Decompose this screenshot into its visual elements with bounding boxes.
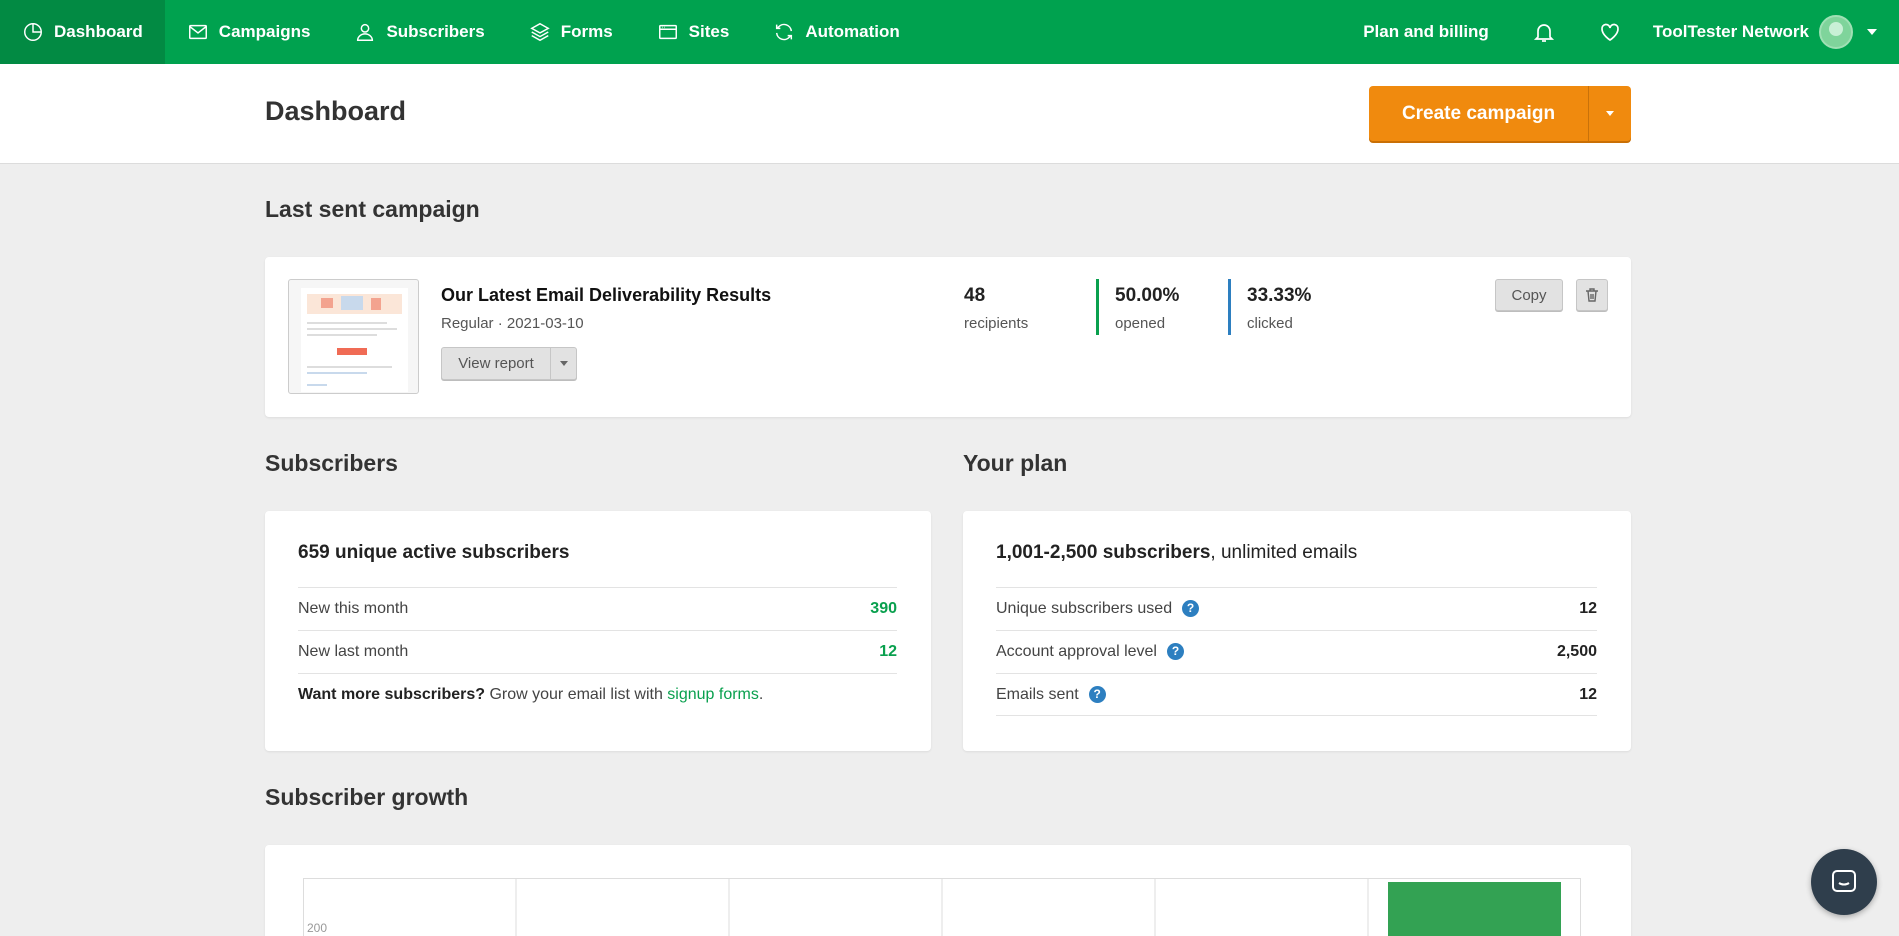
row-value: 390 xyxy=(870,600,897,617)
stat-clicked-label: clicked xyxy=(1247,315,1293,332)
view-report-dropdown[interactable] xyxy=(550,348,576,379)
row-label: New last month xyxy=(298,643,409,660)
account-menu[interactable]: ToolTester Network xyxy=(1643,0,1899,64)
note-bold: Want more subscribers? xyxy=(298,686,486,703)
table-row: New last month 12 xyxy=(298,630,897,673)
table-row: Account approval level? 2,500 xyxy=(996,630,1597,673)
chat-icon xyxy=(1832,870,1856,892)
signup-note: Want more subscribers? Grow your email l… xyxy=(298,673,897,704)
row-value: 12 xyxy=(1579,600,1597,617)
row-label: New this month xyxy=(298,600,409,617)
refresh-icon xyxy=(776,23,793,41)
page-title: Dashboard xyxy=(265,96,407,126)
y-tick-label: 200 xyxy=(307,921,327,935)
top-navigation: Dashboard Campaigns Subscribers Forms Si… xyxy=(0,0,1899,64)
stat-opened-label: opened xyxy=(1115,315,1166,332)
campaign-name[interactable]: Our Latest Email Deliverability Results xyxy=(441,285,771,306)
caret-down-icon xyxy=(1606,111,1614,116)
clicked-divider xyxy=(1228,279,1231,335)
create-campaign-dropdown[interactable] xyxy=(1589,86,1631,141)
chart-bar xyxy=(1388,882,1561,936)
email-preview-graphic xyxy=(301,288,408,392)
nav-subscribers[interactable]: Subscribers xyxy=(332,0,506,64)
plan-and-billing-link[interactable]: Plan and billing xyxy=(1341,0,1511,64)
browser-window-icon xyxy=(658,24,677,40)
chevron-down-icon xyxy=(1867,29,1877,35)
row-value: 2,500 xyxy=(1556,643,1597,660)
stat-recipients: 48 recipients xyxy=(964,285,1028,332)
copy-button[interactable]: Copy xyxy=(1495,279,1563,311)
plan-card: 1,001-2,500 subscribers, unlimited email… xyxy=(963,511,1631,751)
stat-clicked-value: 33.33% xyxy=(1247,285,1312,306)
help-icon[interactable]: ? xyxy=(1166,643,1184,661)
nav-forms-label: Forms xyxy=(560,22,613,41)
last-campaign-title: Last sent campaign xyxy=(265,196,480,222)
plan-heading: 1,001-2,500 subscribers, unlimited email… xyxy=(996,542,1357,564)
favorites-button[interactable] xyxy=(1577,0,1643,64)
chat-button[interactable] xyxy=(1811,849,1877,915)
nav-campaigns[interactable]: Campaigns xyxy=(165,0,333,64)
plan-rows: Unique subscribers used? 12 Account appr… xyxy=(996,587,1597,716)
nav-campaigns-label: Campaigns xyxy=(218,22,311,41)
layers-icon xyxy=(529,22,550,42)
table-row: New this month 390 xyxy=(298,587,897,630)
last-campaign-card: Our Latest Email Deliverability Results … xyxy=(265,257,1631,417)
plan-title: Your plan xyxy=(963,450,1068,476)
row-value: 12 xyxy=(1579,685,1597,703)
nav-dashboard[interactable]: Dashboard xyxy=(0,0,165,64)
notifications-button[interactable] xyxy=(1511,0,1577,64)
trash-icon xyxy=(1586,288,1598,302)
nav-sites[interactable]: Sites xyxy=(635,0,752,64)
subscribers-card: 659 unique active subscribers New this m… xyxy=(265,511,931,751)
delete-button[interactable] xyxy=(1576,279,1608,311)
campaign-thumbnail[interactable] xyxy=(288,279,419,394)
heart-icon xyxy=(1600,23,1619,42)
plan-heading-bold: 1,001-2,500 subscribers xyxy=(996,542,1211,563)
table-row: Emails sent? 12 xyxy=(996,673,1597,716)
row-label: Emails sent xyxy=(996,685,1079,703)
row-label: Unique subscribers used xyxy=(996,600,1173,617)
signup-forms-link[interactable]: signup forms xyxy=(667,686,759,703)
avatar xyxy=(1819,15,1853,49)
nav-automation[interactable]: Automation xyxy=(751,0,921,64)
note-end: . xyxy=(758,686,764,703)
nav-forms[interactable]: Forms xyxy=(507,0,635,64)
note-text: Grow your email list with xyxy=(485,686,668,703)
envelope-icon xyxy=(188,24,207,40)
help-icon[interactable]: ? xyxy=(1182,600,1200,618)
stat-opened: 50.00% opened xyxy=(1115,285,1179,332)
view-report-button-group: View report xyxy=(441,347,577,380)
signup-note-text: Want more subscribers? Grow your email l… xyxy=(298,686,897,704)
nav-sites-label: Sites xyxy=(688,22,730,41)
subscribers-count: 659 unique active subscribers xyxy=(298,542,570,563)
table-row: Unique subscribers used? 12 xyxy=(996,587,1597,630)
caret-down-icon xyxy=(559,361,568,366)
stat-recipients-value: 48 xyxy=(964,285,986,306)
stat-clicked: 33.33% clicked xyxy=(1247,285,1311,332)
create-campaign-button-group: Create campaign xyxy=(1369,86,1631,141)
subscribers-rows: New this month 390 New last month 12 Wan… xyxy=(298,587,897,704)
row-label: Account approval level xyxy=(996,643,1157,660)
create-campaign-button[interactable]: Create campaign xyxy=(1369,86,1589,141)
plan-heading-rest: , unlimited emails xyxy=(1210,542,1358,563)
subscribers-title: Subscribers xyxy=(265,450,398,476)
account-name: ToolTester Network xyxy=(1652,22,1809,41)
opened-divider xyxy=(1096,279,1099,335)
row-value: 12 xyxy=(879,643,897,660)
nav-automation-label: Automation xyxy=(805,22,900,41)
nav-dashboard-label: Dashboard xyxy=(54,22,143,41)
help-icon[interactable]: ? xyxy=(1088,685,1106,703)
bell-icon xyxy=(1533,24,1554,42)
nav-right-group: Plan and billing ToolTester Network xyxy=(1341,0,1899,64)
growth-chart: 200 xyxy=(303,878,1581,936)
clock-pie-icon xyxy=(24,23,42,41)
user-icon xyxy=(357,23,374,41)
stat-opened-value: 50.00% xyxy=(1115,285,1180,306)
view-report-button[interactable]: View report xyxy=(442,355,550,372)
growth-title: Subscriber growth xyxy=(265,784,469,810)
nav-subscribers-label: Subscribers xyxy=(386,22,485,41)
stat-recipients-label: recipients xyxy=(964,315,1029,332)
campaign-meta: Regular · 2021-03-10 xyxy=(441,315,584,332)
